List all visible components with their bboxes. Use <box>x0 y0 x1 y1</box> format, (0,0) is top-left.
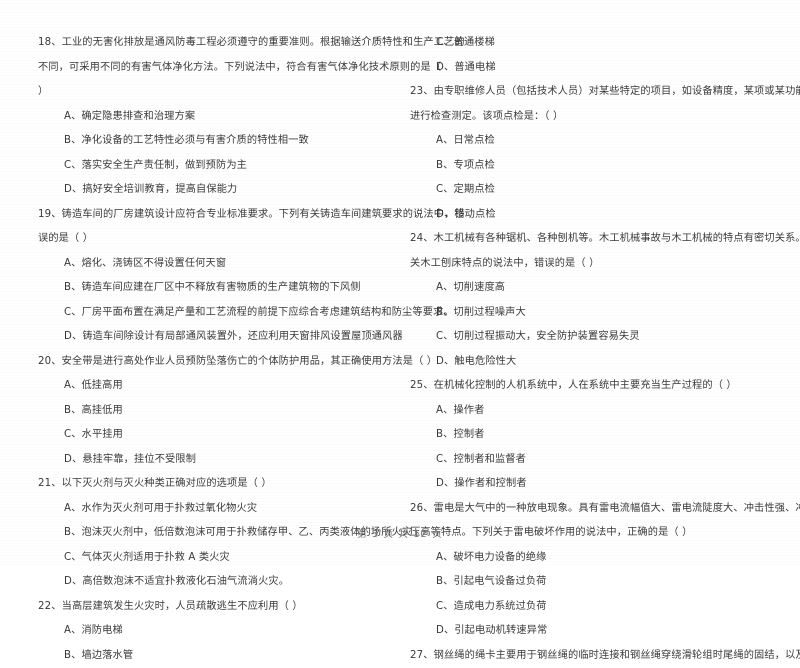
answer-option: A、消防电梯 <box>38 619 392 644</box>
answer-option: C、水平挂用 <box>38 423 392 448</box>
answer-option: C、厂房平面布置在满足产量和工艺流程的前提下应综合考虑建筑结构和防尘等要求。 <box>38 301 392 326</box>
answer-option: A、低挂高用 <box>38 374 392 399</box>
question-text: 22、当高层建筑发生火灾时，人员疏散逃生不应利用（ ） <box>38 595 392 620</box>
answer-option: B、铸造车间应建在厂区中不释放有害物质的生产建筑物的下风侧 <box>38 276 392 301</box>
answer-option: D、悬挂牢靠，挂位不受限制 <box>38 448 392 473</box>
answer-option: B、高挂低用 <box>38 399 392 424</box>
right-column: C、普通楼梯D、普通电梯23、由专职维修人员（包括技术人员）对某些特定的项目，如… <box>400 0 800 520</box>
question-text: 21、以下灭火剂与灭火种类正确对应的选项是（ ） <box>38 472 392 497</box>
answer-option: B、引起电气设备过负荷 <box>410 570 784 595</box>
answer-option: D、铸造车间除设计有局部通风装置外，还应利用天窗排风设置屋顶通风器 <box>38 325 392 350</box>
answer-option: B、控制者 <box>410 423 784 448</box>
answer-option: C、普通楼梯 <box>410 31 784 56</box>
question-text: 25、在机械化控制的人机系统中，人在系统中主要充当生产过程的（ ） <box>410 374 784 399</box>
question-text: 19、铸造车间的厂房建筑设计应符合专业标准要求。下列有关铸造车间建筑要求的说法中… <box>38 203 392 228</box>
answer-option: B、切削过程噪声大 <box>410 301 784 326</box>
answer-option: C、落实安全生产责任制，做到预防为主 <box>38 154 392 179</box>
question-text: 23、由专职维修人员（包括技术人员）对某些特定的项目，如设备精度，某项或某功能参… <box>410 80 784 105</box>
question-text: 进行检查测定。该项点检是：（ ） <box>410 105 784 130</box>
answer-option: D、高倍数泡沫不适宜扑救液化石油气流淌火灾。 <box>38 570 392 595</box>
answer-option: B、专项点检 <box>410 154 784 179</box>
answer-option: C、定期点检 <box>410 178 784 203</box>
left-column: 18、工业的无害化排放是通风防毒工程必须遵守的重要准则。根据输送介质特性和生产工… <box>0 0 400 520</box>
answer-option: C、气体灭火剂适用于扑救 A 类火灾 <box>38 546 392 571</box>
question-text: 不同，可采用不同的有害气体净化方法。下列说法中，符合有害气体净化技术原则的是（ <box>38 56 392 81</box>
exam-page: 18、工业的无害化排放是通风防毒工程必须遵守的重要准则。根据输送介质特性和生产工… <box>0 0 800 565</box>
question-text: 24、木工机械有各种锯机、各种刨机等。木工机械事故与木工机械的特点有密切关系。下… <box>410 227 784 252</box>
answer-option: C、控制者和监督者 <box>410 448 784 473</box>
two-column-body: 18、工业的无害化排放是通风防毒工程必须遵守的重要准则。根据输送介质特性和生产工… <box>0 0 800 520</box>
answer-option: D、移动点检 <box>410 203 784 228</box>
page-footer: 第 3 页 共 12 页 <box>0 528 800 542</box>
answer-option: A、确定隐患排查和治理方案 <box>38 105 392 130</box>
answer-option: A、日常点检 <box>410 129 784 154</box>
answer-option: D、普通电梯 <box>410 56 784 81</box>
page-number-label: 第 3 页 共 12 页 <box>357 529 443 540</box>
answer-option: C、切削过程振动大，安全防护装置容易失灵 <box>410 325 784 350</box>
answer-option: C、造成电力系统过负荷 <box>410 595 784 620</box>
question-text: ） <box>38 80 392 105</box>
question-text: 27、钢丝绳的绳卡主要用于钢丝绳的临时连接和钢丝绳穿绕滑轮组时尾绳的固结，以及扎… <box>410 644 784 668</box>
answer-option: B、墙边落水管 <box>38 644 392 668</box>
answer-option: A、水作为灭火剂可用于扑救过氧化物火灾 <box>38 497 392 522</box>
answer-option: D、操作者和控制者 <box>410 472 784 497</box>
question-text: 20、安全带是进行高处作业人员预防坠落伤亡的个体防护用品，其正确使用方法是（ ） <box>38 350 392 375</box>
answer-option: A、熔化、浇铸区不得设置任何天窗 <box>38 252 392 277</box>
answer-option: B、净化设备的工艺特性必须与有害介质的特性相一致 <box>38 129 392 154</box>
answer-option: A、破坏电力设备的绝缘 <box>410 546 784 571</box>
question-text: 误的是（ ） <box>38 227 392 252</box>
answer-option: D、引起电动机转速异常 <box>410 619 784 644</box>
answer-option: A、切削速度高 <box>410 276 784 301</box>
question-text: 26、雷电是大气中的一种放电现象。具有雷电流幅值大、雷电流陡度大、冲击性强、冲击… <box>410 497 784 522</box>
question-text: 关木工刨床特点的说法中，错误的是（ ） <box>410 252 784 277</box>
question-text: 18、工业的无害化排放是通风防毒工程必须遵守的重要准则。根据输送介质特性和生产工… <box>38 31 392 56</box>
answer-option: A、操作者 <box>410 399 784 424</box>
answer-option: D、触电危险性大 <box>410 350 784 375</box>
answer-option: D、搞好安全培训教育，提高自保能力 <box>38 178 392 203</box>
